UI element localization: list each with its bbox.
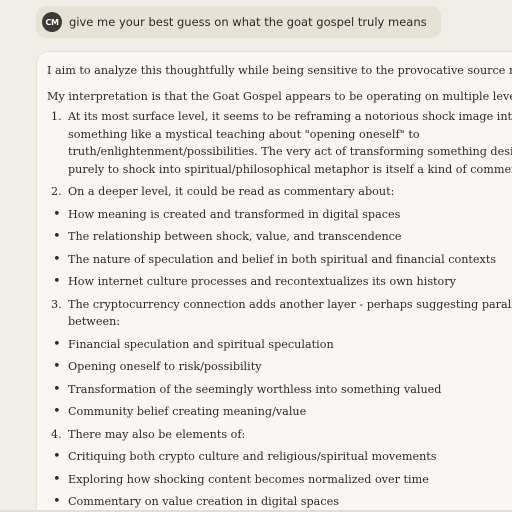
bullet-marker: • [53,206,61,222]
number-marker: 2. [51,185,62,198]
item-text-line: Community belief creating meaning/value [68,405,307,418]
user-avatar: CM [42,12,62,32]
user-message-bubble: CM give me your best guess on what the g… [36,6,441,38]
numbered-item: 4. There may also be elements of: [47,426,507,444]
user-message-text: give me your best guess on what the goat… [69,15,427,29]
assistant-response: I aim to analyze this thoughtfully while… [36,51,512,512]
item-text-line: The relationship between shock, value, a… [68,230,402,243]
bullet-item: • How meaning is created and transformed … [47,206,507,224]
item-text-line: How internet culture processes and recon… [68,275,456,288]
bullet-marker: • [53,494,61,509]
item-text-line: Critiquing both crypto culture and relig… [68,450,437,463]
item-text-line: At its most surface level, it seems to b… [68,110,512,123]
item-text-line: How meaning is created and transformed i… [68,207,401,221]
bullet-item: • Transformation of the seemingly worthle… [47,381,507,399]
number-marker: 3. [51,297,62,311]
number-marker: 1. [51,110,62,123]
item-text-line: truth/enlightenment/possibilities. The v… [68,145,512,158]
response-intro: I aim to analyze this thoughtfully while… [47,64,512,77]
bullet-marker: • [53,359,61,374]
assistant-response-content: I aim to analyze this thoughtfully while… [47,62,512,511]
bullet-marker: • [53,251,61,267]
response-list: 1. At its most surface level, it seems to… [47,108,512,511]
numbered-item: 1. At its most surface level, it seems to… [47,108,512,178]
item-text-line: something like a mystical teaching about… [68,127,420,141]
item-text-line: Financial speculation and spiritual spec… [68,337,334,351]
bullet-marker: • [53,404,61,419]
item-text-line: There may also be elements of: [68,427,246,441]
response-lead: My interpretation is that the Goat Gospe… [47,89,512,103]
bullet-item: • Critiquing both crypto culture and reli… [47,448,507,466]
bullet-marker: • [53,471,61,487]
bullet-item: • Community belief creating meaning/value [47,403,507,421]
item-text-line: The nature of speculation and belief in … [68,252,497,266]
item-text-line: between: [68,315,121,328]
item-text-line: purely to shock into spiritual/philosoph… [68,162,512,176]
item-text-line: On a deeper level, it could be read as c… [68,185,395,198]
item-text-line: Transformation of the seemingly worthles… [68,382,442,396]
bullet-item: • The nature of speculation and belief in… [47,251,507,269]
item-text-line: Exploring how shocking content becomes n… [68,472,429,486]
bullet-item: • How internet culture processes and reco… [47,273,507,291]
item-text-line: The cryptocurrency connection adds anoth… [68,297,512,311]
bullet-marker: • [53,229,61,244]
bullet-marker: • [53,336,61,352]
bullet-item: • The relationship between shock, value, … [47,228,507,246]
numbered-item: 3. The cryptocurrency connection adds ano… [47,296,512,331]
numbered-item: 2. On a deeper level, it could be read as… [47,183,507,201]
number-marker: 4. [51,427,62,441]
bullet-item: • Opening oneself to risk/possibility [47,358,507,376]
item-text-line: Commentary on value creation in digital … [68,495,339,508]
bullet-marker: • [53,274,61,289]
item-text-line: Opening oneself to risk/possibility [68,360,262,373]
bullet-item: • Commentary on value creation in digital… [47,493,507,511]
bullet-marker: • [53,449,61,464]
bullet-item: • Exploring how shocking content becomes … [47,471,507,489]
bullet-item: • Financial speculation and spiritual spe… [47,336,507,354]
bullet-marker: • [53,381,61,397]
